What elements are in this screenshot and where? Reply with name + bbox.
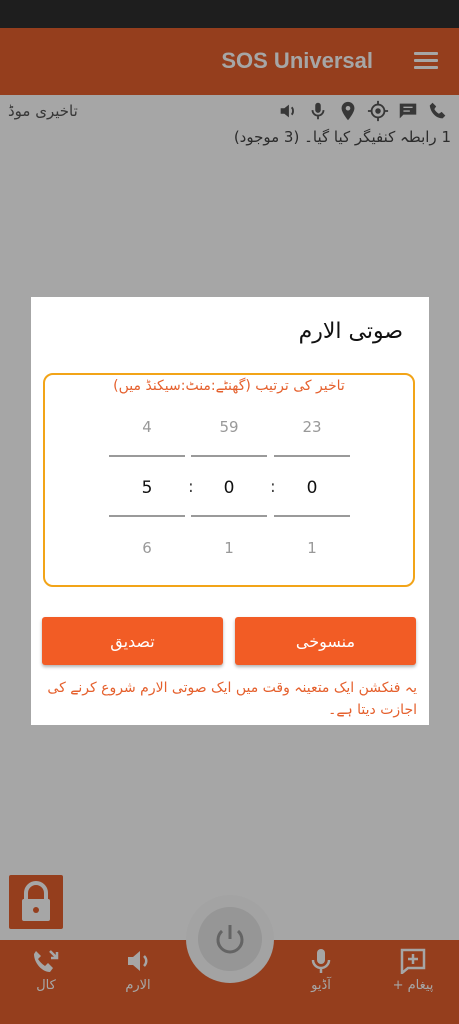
- seconds-current-value[interactable]: 5: [109, 478, 185, 498]
- delay-time-picker: تاخیر کی ترتیب (گھنٹے:منٹ:سیکنڈ میں) 4 5…: [43, 373, 415, 587]
- hours-current-value[interactable]: 0: [274, 478, 350, 498]
- seconds-top-divider: [109, 455, 185, 457]
- minutes-bottom-divider: [191, 515, 267, 517]
- dialog-title: صوتی الارم: [298, 319, 403, 344]
- hours-top-divider: [274, 455, 350, 457]
- seconds-bottom-divider: [109, 515, 185, 517]
- seconds-prev-value: 4: [142, 418, 152, 436]
- sound-alarm-dialog: صوتی الارم تاخیر کی ترتیب (گھنٹے:منٹ:سیک…: [31, 297, 429, 725]
- minutes-current-value[interactable]: 0: [191, 478, 267, 498]
- minutes-prev-value: 59: [219, 418, 239, 436]
- minutes-top-divider: [191, 455, 267, 457]
- hours-next-value: 1: [307, 539, 317, 557]
- seconds-wheel[interactable]: 4 5 6: [109, 375, 185, 585]
- confirm-button[interactable]: تصدیق: [42, 617, 223, 665]
- minutes-wheel[interactable]: 59 0 1: [191, 375, 267, 585]
- hours-bottom-divider: [274, 515, 350, 517]
- hours-wheel[interactable]: 23 0 1: [274, 375, 350, 585]
- minutes-next-value: 1: [224, 539, 234, 557]
- seconds-next-value: 6: [142, 539, 152, 557]
- dialog-description: یہ فنکشن ایک متعینہ وقت میں ایک صوتی الا…: [47, 680, 417, 718]
- cancel-button[interactable]: منسوخی: [235, 617, 416, 665]
- hours-prev-value: 23: [302, 418, 322, 436]
